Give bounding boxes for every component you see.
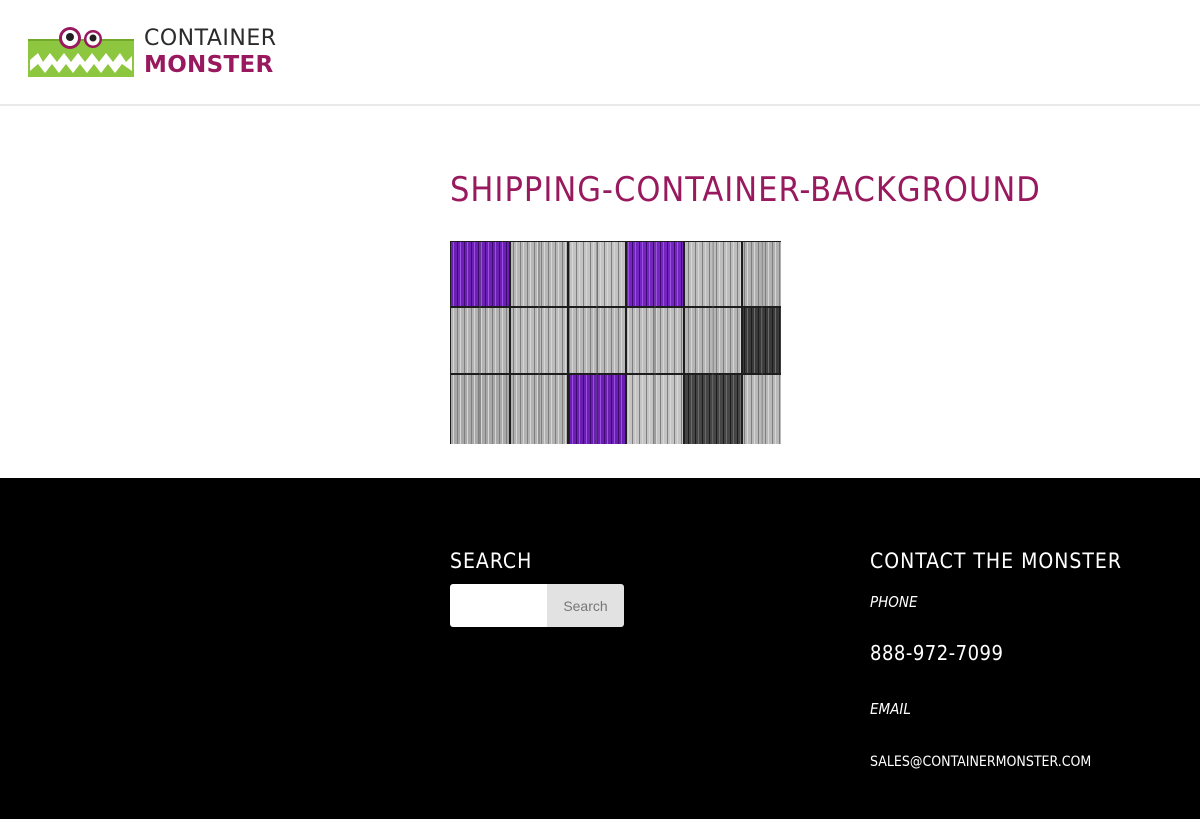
main-content: SHIPPING-CONTAINER-BACKGROUND — [0, 106, 1200, 478]
search-button[interactable]: Search — [547, 584, 624, 627]
featured-image[interactable] — [450, 241, 781, 444]
phone-link[interactable]: 888-972-7099 — [870, 641, 1003, 665]
email-label: EMAIL — [870, 700, 911, 718]
contact-widget-title: CONTACT THE MONSTER — [870, 549, 1122, 573]
search-form: Search — [450, 584, 624, 627]
monster-logo-icon — [28, 27, 134, 77]
search-input[interactable] — [450, 584, 547, 627]
site-logo-link[interactable]: CONTAINER MONSTER — [26, 24, 296, 80]
logo-text-container: CONTAINER — [144, 26, 277, 51]
email-link[interactable]: SALES@CONTAINERMONSTER.COM — [870, 753, 1091, 771]
site-header: CONTAINER MONSTER — [0, 0, 1200, 106]
shipping-containers-photo — [450, 241, 781, 444]
phone-label: PHONE — [870, 593, 918, 611]
search-widget-title: SEARCH — [450, 549, 533, 573]
page-title: SHIPPING-CONTAINER-BACKGROUND — [450, 170, 1041, 210]
site-footer: SEARCH Search CONTACT THE MONSTER PHONE … — [0, 478, 1200, 819]
logo-text-monster: MONSTER — [144, 52, 274, 78]
